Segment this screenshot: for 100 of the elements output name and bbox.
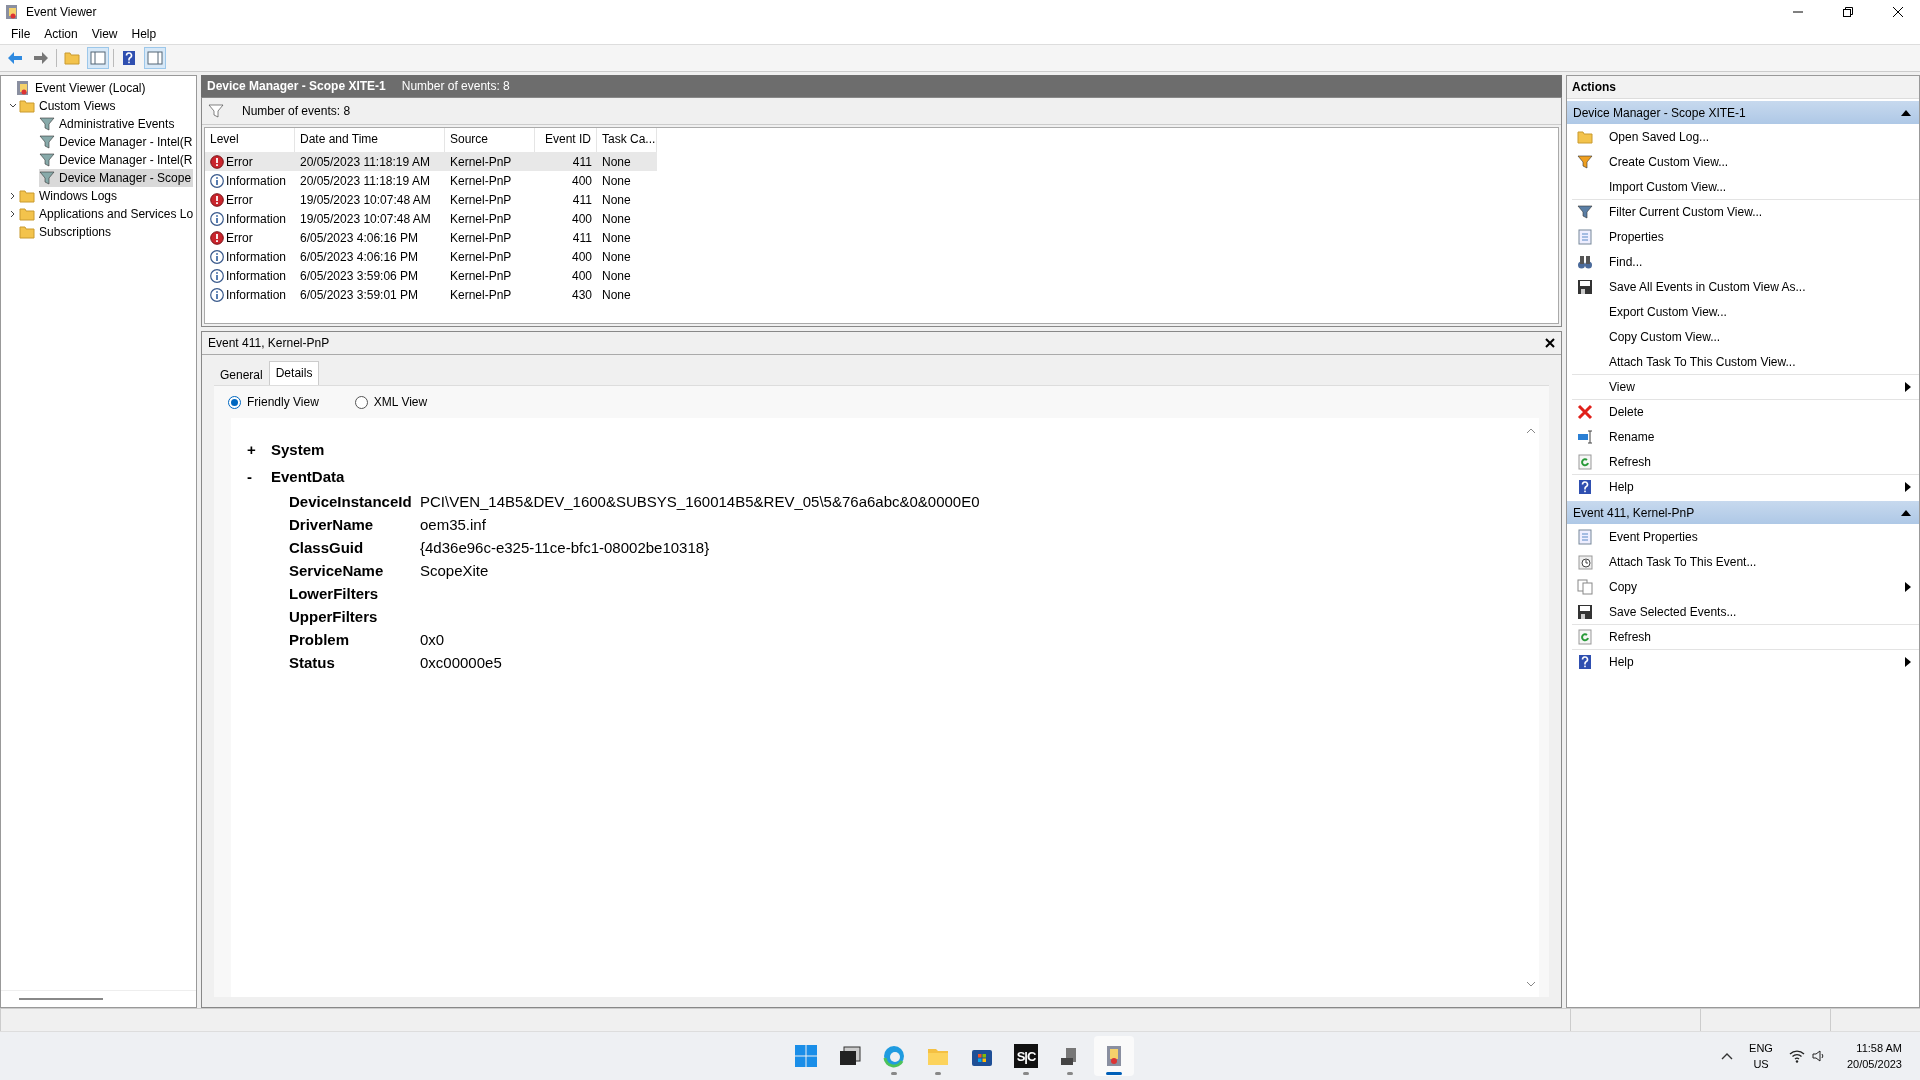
restore-icon bbox=[1843, 7, 1853, 17]
view-radio[interactable]: Friendly View bbox=[228, 395, 319, 409]
wifi-icon bbox=[1788, 1048, 1805, 1064]
table-cell: 19/05/2023 10:07:48 AM bbox=[300, 211, 431, 226]
binoculars-icon bbox=[1577, 254, 1593, 270]
table-cell: 20/05/2023 11:18:19 AM bbox=[300, 154, 430, 169]
tree-item[interactable]: Device Manager - Intel(R bbox=[39, 151, 195, 169]
funnel-icon bbox=[1577, 204, 1593, 220]
menu-item[interactable]: File bbox=[4, 25, 38, 43]
command-link[interactable]: Find... bbox=[1572, 249, 1919, 274]
command-link[interactable]: Filter Current Custom View... bbox=[1572, 199, 1919, 224]
command-link[interactable]: Help bbox=[1572, 649, 1919, 674]
scroll-down-icon bbox=[1526, 981, 1536, 987]
forward-arrow-icon bbox=[33, 50, 49, 66]
command-link[interactable]: View bbox=[1572, 374, 1919, 399]
tree-item[interactable]: Event Viewer (Local) bbox=[15, 79, 148, 97]
field-value: oem35.inf bbox=[420, 516, 487, 533]
tree-item[interactable]: Subscriptions bbox=[19, 223, 114, 241]
section-header[interactable]: Event 411, Kernel-PnP bbox=[1567, 501, 1919, 524]
table-cell: 411 bbox=[572, 154, 592, 169]
event-row[interactable]: Error 19/05/2023 10:07:48 AM Kernel-PnP 411 None bbox=[205, 190, 657, 209]
table-cell: 400 bbox=[571, 249, 592, 264]
table-cell: 400 bbox=[571, 211, 592, 226]
command-link[interactable]: Copy Custom View... bbox=[1572, 324, 1919, 349]
close-icon bbox=[1545, 338, 1555, 348]
language-indicator[interactable]: ENG US bbox=[1749, 1040, 1773, 1072]
folder-icon bbox=[19, 98, 35, 114]
back-arrow-icon bbox=[7, 50, 23, 66]
view-radio[interactable]: XML View bbox=[354, 395, 428, 409]
level-text: Information bbox=[226, 249, 287, 264]
tree-item[interactable]: Device Manager - Scope bbox=[39, 169, 194, 187]
properties-icon bbox=[1577, 229, 1593, 245]
command-link[interactable]: Refresh bbox=[1572, 624, 1919, 649]
expand-toggle[interactable]: - bbox=[247, 468, 255, 485]
chevron-right-icon[interactable] bbox=[9, 192, 17, 200]
log-icon bbox=[15, 80, 31, 96]
table-cell: Kernel-PnP bbox=[450, 230, 512, 245]
command-link[interactable]: Help bbox=[1572, 474, 1919, 499]
field-name: LowerFilters bbox=[289, 585, 380, 602]
command-link[interactable]: Save Selected Events... bbox=[1572, 599, 1919, 624]
field-value: {4d36e96c-e325-11ce-bfc1-08002be10318} bbox=[420, 539, 711, 556]
command-link[interactable]: Attach Task To This Custom View... bbox=[1572, 349, 1919, 374]
section-header[interactable]: Device Manager - Scope XITE-1 bbox=[1567, 101, 1919, 124]
tree-item[interactable]: Applications and Services Lo bbox=[19, 205, 196, 223]
clock[interactable]: 11:58 AM 20/05/2023 bbox=[1842, 1040, 1906, 1072]
command-link[interactable]: Properties bbox=[1572, 224, 1919, 249]
menu-item[interactable]: Action bbox=[37, 25, 85, 43]
close-button[interactable] bbox=[1545, 338, 1555, 348]
chevron-right-icon[interactable] bbox=[9, 210, 17, 218]
rename-icon bbox=[1577, 429, 1593, 445]
chevron-down-icon[interactable] bbox=[9, 102, 17, 110]
command-link[interactable]: Attach Task To This Event... bbox=[1572, 549, 1919, 574]
tree-item[interactable]: Windows Logs bbox=[19, 187, 120, 205]
scrollbar-thumb[interactable] bbox=[19, 998, 103, 1000]
panel-icon bbox=[147, 50, 163, 66]
table-cell: None bbox=[602, 268, 631, 283]
command-link[interactable]: Copy bbox=[1572, 574, 1919, 599]
event-row[interactable]: Information 20/05/2023 11:18:19 AM Kernel-PnP 400 None bbox=[205, 171, 657, 190]
table-cell: Kernel-PnP bbox=[450, 268, 512, 283]
info-icon bbox=[210, 268, 224, 283]
table-cell: 20/05/2023 11:18:19 AM bbox=[300, 173, 430, 188]
view-title: Device Manager - Scope XITE-1 bbox=[207, 79, 386, 93]
command-link[interactable]: Delete bbox=[1572, 399, 1919, 424]
tree-item[interactable]: Custom Views bbox=[19, 97, 118, 115]
menu-item[interactable]: View bbox=[84, 25, 125, 43]
event-row[interactable]: Information 6/05/2023 3:59:06 PM Kernel-PnP 400 None bbox=[205, 266, 657, 285]
tab[interactable]: General bbox=[214, 364, 269, 385]
taskbar-app[interactable] bbox=[1094, 1036, 1134, 1076]
collapse-arrow-icon bbox=[1901, 509, 1911, 516]
command-link[interactable]: Refresh bbox=[1572, 449, 1919, 474]
table-cell: Kernel-PnP bbox=[450, 249, 512, 264]
command-link[interactable]: Export Custom View... bbox=[1572, 299, 1919, 324]
tree-item[interactable]: Administrative Events bbox=[39, 115, 177, 133]
event-row[interactable]: Information 6/05/2023 3:59:01 PM Kernel-PnP 430 None bbox=[205, 285, 657, 304]
event-row[interactable]: Error 20/05/2023 11:18:19 AM Kernel-PnP 411 None bbox=[205, 152, 657, 171]
windows-logo-icon bbox=[794, 1044, 818, 1068]
tab[interactable]: Details bbox=[268, 361, 320, 385]
menu-item[interactable]: Help bbox=[124, 25, 164, 43]
event-row[interactable]: Information 19/05/2023 10:07:48 AM Kernel-PnP 400 None bbox=[205, 209, 657, 228]
field-name: Problem bbox=[289, 631, 350, 648]
command-link[interactable]: Rename bbox=[1572, 424, 1919, 449]
command-link[interactable]: Import Custom View... bbox=[1572, 174, 1919, 199]
event-row[interactable]: Error 6/05/2023 4:06:16 PM Kernel-PnP 411 None bbox=[205, 228, 657, 247]
table-cell: Kernel-PnP bbox=[450, 192, 512, 207]
command-link[interactable]: Create Custom View... bbox=[1572, 149, 1919, 174]
refresh-icon bbox=[1577, 629, 1593, 645]
error-icon bbox=[210, 230, 224, 245]
field-value: ScopeXite bbox=[420, 562, 490, 579]
command-link[interactable]: Open Saved Log... bbox=[1572, 124, 1919, 149]
expand-toggle[interactable]: + bbox=[247, 441, 255, 458]
submenu-arrow-icon bbox=[1905, 582, 1911, 592]
funnel-icon bbox=[1577, 154, 1593, 170]
tree-item[interactable]: Device Manager - Intel(R bbox=[39, 133, 195, 151]
log-icon bbox=[4, 4, 20, 20]
level-text: Information bbox=[226, 173, 287, 188]
command-link[interactable]: Save All Events in Custom View As... bbox=[1572, 274, 1919, 299]
event-row[interactable]: Information 6/05/2023 4:06:16 PM Kernel-PnP 400 None bbox=[205, 247, 657, 266]
taskbar-app[interactable]: S|C bbox=[1006, 1036, 1046, 1076]
command-link[interactable]: Event Properties bbox=[1572, 524, 1919, 549]
pane-title: Actions bbox=[1567, 76, 1919, 99]
